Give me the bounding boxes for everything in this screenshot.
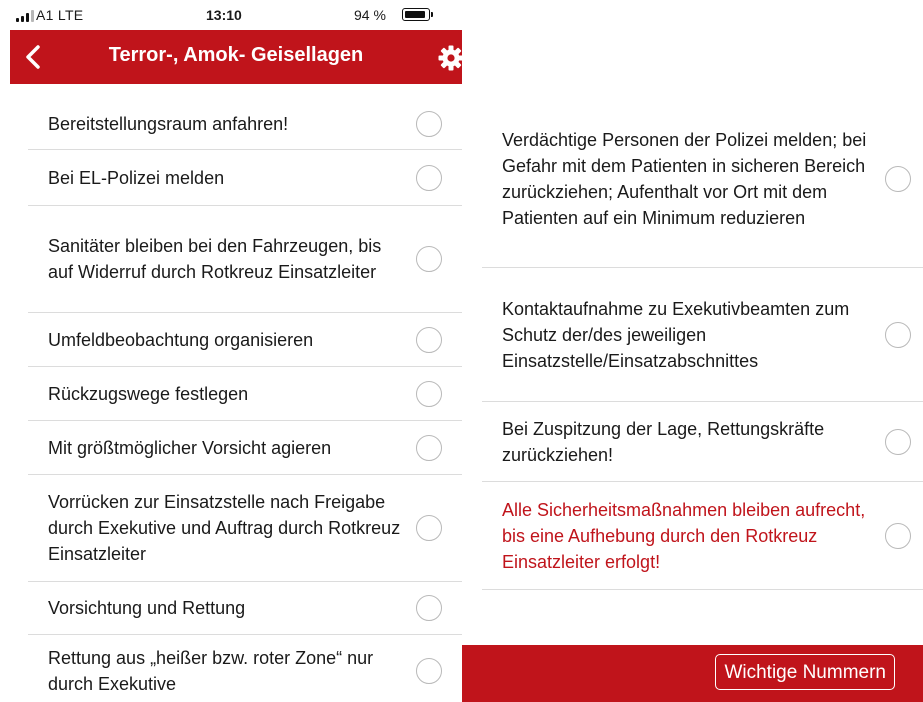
checklist-item[interactable]: Bei Zuspitzung der Lage, Rettungskräfte … — [482, 402, 923, 482]
checkbox-circle[interactable] — [885, 522, 911, 549]
battery-icon — [402, 8, 430, 21]
checklist-item-text: Mit größtmöglicher Vorsicht agieren — [48, 437, 332, 458]
checklist-left: Bereitstellungsraum anfahren! Bei EL-Pol… — [28, 84, 462, 702]
important-numbers-button[interactable]: Wichtige Nummern — [715, 654, 895, 690]
checklist-item[interactable]: Kontaktaufnahme zu Exekutivbeamten zum S… — [482, 268, 923, 402]
checklist-item-warning[interactable]: Alle Sicherheitsmaßnahmen bleiben aufrec… — [482, 482, 923, 590]
nav-header: Terror-, Amok- Geisellagen — [10, 30, 462, 84]
checkbox-circle[interactable] — [416, 658, 442, 684]
checklist-item[interactable]: Bei EL-Polizei melden — [28, 150, 462, 206]
signal-strength-icon — [16, 10, 34, 22]
checkbox-circle[interactable] — [885, 321, 911, 348]
checkbox-circle[interactable] — [416, 434, 442, 461]
checklist-item[interactable]: Sanitäter bleiben bei den Fahrzeugen, bi… — [28, 206, 462, 313]
checklist-item[interactable]: Bereitstellungsraum anfahren! — [28, 99, 462, 150]
checklist-item[interactable]: Mit größtmöglicher Vorsicht agieren — [28, 421, 462, 475]
checklist-item-text: Vorsichtung und Rettung — [48, 598, 246, 618]
checklist-item-text: Umfeldbeobachtung organisieren — [48, 329, 314, 350]
clock: 13:10 — [206, 7, 242, 23]
checklist-item-text: Verdächtige Personen der Polizei melden;… — [502, 129, 867, 228]
checkbox-circle[interactable] — [416, 595, 442, 621]
footer-bar: Wichtige Nummern — [462, 645, 923, 702]
carrier-label: A1 LTE — [36, 7, 84, 23]
checklist-item-text: Rettung aus „heißer bzw. roter Zone“ nur… — [48, 648, 374, 694]
gear-icon[interactable] — [438, 45, 462, 71]
checklist-item-text: Bereitstellungsraum anfahren! — [48, 114, 289, 134]
checklist-item[interactable]: Umfeldbeobachtung organisieren — [28, 313, 462, 367]
checklist-right: Verdächtige Personen der Polizei melden;… — [482, 90, 923, 590]
left-screen: A1 LTE 13:10 94 % Terror-, Amok- Geisell… — [0, 0, 462, 702]
checkbox-circle[interactable] — [416, 326, 442, 353]
battery-percent: 94 % — [354, 7, 386, 23]
page-title: Terror-, Amok- Geisellagen — [108, 44, 364, 66]
checklist-item-text: Bei EL-Polizei melden — [48, 167, 225, 188]
checklist-item-text: Bei Zuspitzung der Lage, Rettungskräfte … — [502, 418, 825, 465]
chevron-left-icon[interactable] — [22, 44, 46, 70]
checklist-item[interactable]: Vorsichtung und Rettung — [28, 582, 462, 635]
checkbox-circle[interactable] — [416, 164, 442, 191]
status-bar: A1 LTE 13:10 94 % — [0, 0, 462, 30]
checklist-item-text: Vorrücken zur Einsatzstelle nach Freigab… — [48, 492, 401, 564]
checklist-item-text: Rückzugswege festlegen — [48, 383, 249, 404]
checkbox-circle[interactable] — [885, 165, 911, 192]
right-screen: Verdächtige Personen der Polizei melden;… — [462, 0, 923, 702]
checkbox-circle[interactable] — [416, 111, 442, 137]
checklist-item-text: Alle Sicherheitsmaßnahmen bleiben aufrec… — [502, 499, 866, 572]
checklist-item[interactable]: Vorrücken zur Einsatzstelle nach Freigab… — [28, 475, 462, 582]
checklist-item-text: Sanitäter bleiben bei den Fahrzeugen, bi… — [48, 236, 382, 282]
checkbox-circle[interactable] — [885, 428, 911, 455]
checkbox-circle[interactable] — [416, 246, 442, 272]
checklist-item[interactable]: Rückzugswege festlegen — [28, 367, 462, 421]
checkbox-circle[interactable] — [416, 380, 442, 407]
checklist-item[interactable]: Verdächtige Personen der Polizei melden;… — [482, 90, 923, 268]
checkbox-circle[interactable] — [416, 515, 442, 541]
checklist-item[interactable]: Rettung aus „heißer bzw. roter Zone“ nur… — [28, 635, 462, 702]
battery-level-fill — [404, 10, 426, 18]
checklist-item-text: Kontaktaufnahme zu Exekutivbeamten zum S… — [502, 298, 850, 371]
battery-tip — [431, 12, 433, 17]
